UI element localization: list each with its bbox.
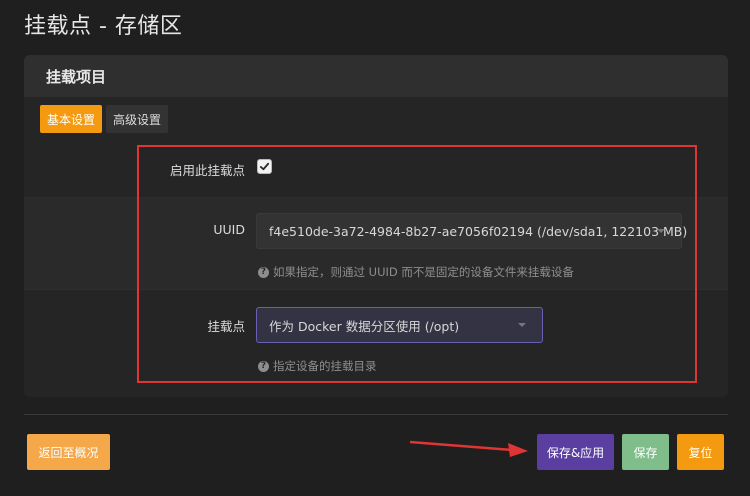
question-icon: ? — [258, 266, 269, 278]
mount-hint: ? 指定设备的挂载目录 — [258, 358, 377, 374]
panel-header: 挂载项目 — [24, 55, 728, 97]
mount-select-value: 作为 Docker 数据分区使用 (/opt) — [269, 318, 460, 334]
tab-basic-settings[interactable]: 基本设置 — [40, 105, 103, 133]
uuid-hint: ? 如果指定，则通过 UUID 而不是固定的设备文件来挂载设备 — [258, 264, 574, 280]
uuid-row: UUID f4e510de-3a72-4984-8b27-ae7056f0219… — [24, 197, 728, 289]
enable-label: 启用此挂载点 — [169, 163, 245, 178]
footer-divider — [24, 414, 728, 415]
uuid-select[interactable]: f4e510de-3a72-4984-8b27-ae7056f02194 (/d… — [256, 213, 687, 249]
uuid-hint-text: 如果指定，则通过 UUID 而不是固定的设备文件来挂载设备 — [273, 265, 574, 279]
page-title: 挂载点 - 存储区 — [24, 14, 183, 39]
mount-label: 挂载点 — [207, 319, 245, 334]
mount-row: 挂载点 作为 Docker 数据分区使用 (/opt) ? 指定设备的挂载目录 — [24, 289, 728, 381]
back-to-overview-button[interactable]: 返回至概况 — [27, 434, 110, 470]
mount-panel: 挂载项目 基本设置 高级设置 启用此挂载点 UUID f4e510de-3a72… — [24, 55, 728, 397]
reset-button[interactable]: 复位 — [677, 434, 724, 470]
question-icon: ? — [258, 360, 269, 372]
check-icon — [259, 162, 270, 171]
chevron-down-icon — [518, 323, 526, 327]
mount-point-select[interactable]: 作为 Docker 数据分区使用 (/opt) — [256, 307, 543, 343]
enable-row: 启用此挂载点 — [24, 145, 728, 197]
chevron-down-icon — [657, 229, 665, 233]
mount-hint-text: 指定设备的挂载目录 — [273, 359, 377, 373]
save-button[interactable]: 保存 — [622, 434, 669, 470]
uuid-label: UUID — [213, 222, 245, 237]
uuid-select-value: f4e510de-3a72-4984-8b27-ae7056f02194 (/d… — [269, 223, 688, 239]
tab-advanced-settings[interactable]: 高级设置 — [106, 105, 169, 133]
tab-bar: 基本设置 高级设置 — [40, 105, 169, 133]
panel-title: 挂载项目 — [46, 67, 107, 86]
arrow-annotation-icon — [409, 440, 528, 457]
enable-checkbox[interactable] — [257, 159, 272, 174]
save-apply-button[interactable]: 保存&应用 — [537, 434, 614, 470]
